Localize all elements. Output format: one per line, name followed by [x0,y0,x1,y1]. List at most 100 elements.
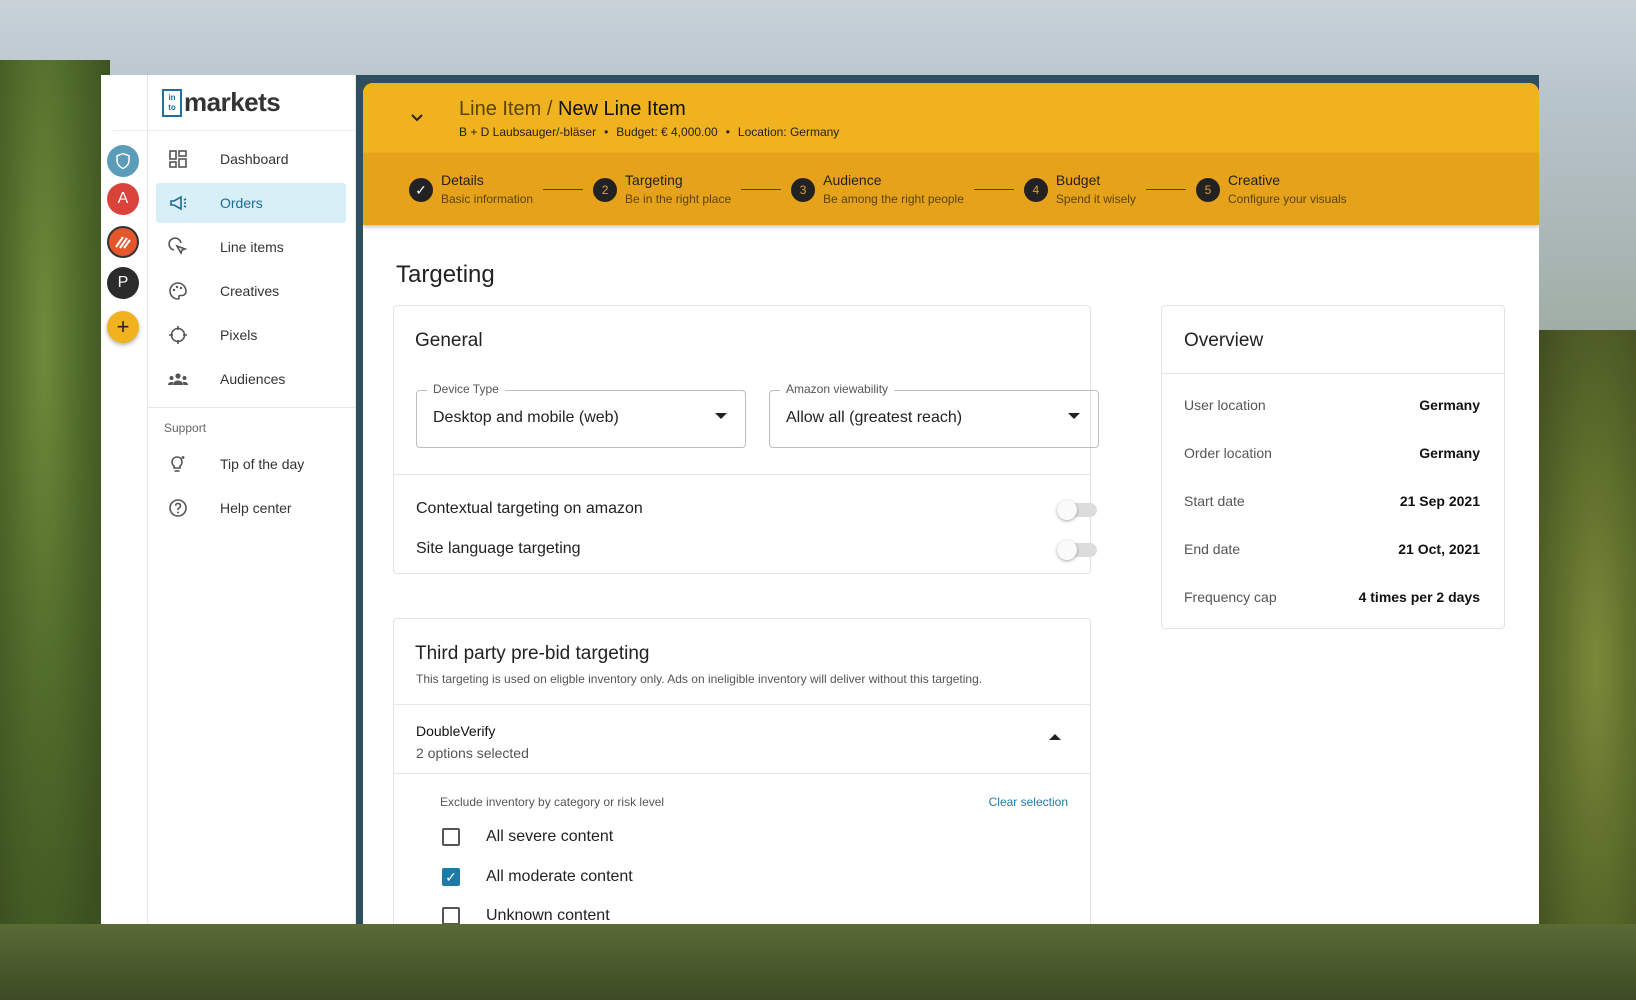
overview-row: Frequency cap 4 times per 2 days [1184,589,1480,605]
step-subtitle: Be among the right people [823,192,964,206]
sidebar-item-dashboard[interactable]: Dashboard [156,139,346,179]
overview-value: Germany [1419,445,1480,461]
sidebar: in to markets Dashboard Orders Line item… [113,75,356,924]
logo: in to markets [113,75,356,131]
third-party-title: Third party pre-bid targeting [415,643,650,664]
step-number: 5 [1195,178,1220,202]
step-creative[interactable]: 5 Creative Configure your visuals [1195,172,1347,206]
doubleverify-expander[interactable]: DoubleVerify 2 options selected [394,705,1090,773]
step-number: 3 [791,178,816,202]
clear-selection-link[interactable]: Clear selection [989,795,1068,809]
overview-row: User location Germany [1184,397,1480,413]
avatar-p[interactable]: P [107,267,139,299]
sidebar-item-pixels[interactable]: Pixels [156,315,346,355]
logo-mark-line1: in [168,92,176,102]
dropdown-arrow-icon [715,413,727,419]
amazon-viewability-select[interactable]: Amazon viewability Allow all (greatest r… [769,382,1099,448]
line-item-panel: Line Item / New Line Item B + D Laubsaug… [363,83,1539,924]
third-party-card: Third party pre-bid targeting This targe… [393,618,1091,924]
avatar-brand-logo[interactable] [107,226,139,258]
step-targeting[interactable]: 2 Targeting Be in the right place [593,172,731,206]
line-item-header: Line Item / New Line Item B + D Laubsaug… [363,83,1539,153]
avatar-a[interactable]: A [107,183,139,215]
page-title: Targeting [396,261,495,288]
breadcrumb: Line Item / New Line Item [459,98,839,121]
toggle-knob [1057,540,1077,560]
background-foliage-left [0,60,110,1000]
sidebar-item-creatives[interactable]: Creatives [156,271,346,311]
overview-value: 21 Sep 2021 [1399,493,1480,509]
line-item-meta: B + D Laubsauger/-bläser • Budget: € 4,0… [459,125,839,139]
overview-key: Start date [1184,493,1245,509]
step-audience[interactable]: 3 Audience Be among the right people [791,172,964,206]
chevron-down-icon [411,114,423,122]
breadcrumb-current: New Line Item [557,97,686,120]
overview-value: 21 Oct, 2021 [1398,541,1480,557]
add-account-button[interactable]: + [107,311,139,343]
sidebar-item-label: Line items [220,239,284,255]
meta-location: Location: Germany [737,124,840,139]
step-title: Audience [823,172,882,188]
checkbox-unknown[interactable] [442,907,460,924]
device-type-label: Device Type [427,382,505,396]
general-divider [394,474,1090,475]
logo-text: markets [184,87,281,117]
title-block: Line Item / New Line Item B + D Laubsaug… [459,98,839,139]
crosshair-icon [166,323,190,347]
checkbox-all-moderate[interactable]: ✓ [442,868,460,886]
contextual-targeting-toggle[interactable] [1057,500,1097,520]
collapse-button[interactable] [387,88,447,148]
sidebar-item-help-center[interactable]: Help center [156,488,346,528]
stepper: ✓ Details Basic information 2 Targeting Be… [363,153,1539,225]
device-type-select[interactable]: Device Type Desktop and mobile (web) [416,382,746,448]
people-icon [166,367,190,391]
viewability-value: Allow all (greatest reach) [786,409,963,426]
step-connector [1145,188,1186,190]
account-switch-icon[interactable] [107,145,139,177]
third-party-subtitle: This targeting is used on eligble invent… [416,672,983,686]
overview-key: Frequency cap [1184,589,1277,605]
overview-key: End date [1184,541,1241,557]
breadcrumb-parent[interactable]: Line Item / [459,98,552,120]
viewability-label: Amazon viewability [780,382,895,396]
logo-mark: in to [162,88,182,117]
step-subtitle: Basic information [441,192,534,206]
sidebar-item-tip-of-the-day[interactable]: Tip of the day [156,444,346,484]
overview-divider [1162,373,1504,374]
sidebar-item-label: Orders [220,195,263,211]
background-foliage-bottom [0,924,1636,1000]
step-title: Details [441,172,484,188]
sidebar-item-label: Pixels [220,327,258,343]
overview-value: 4 times per 2 days [1358,589,1480,605]
overview-card: Overview User location Germany Order loca… [1161,305,1505,629]
step-budget[interactable]: 4 Budget Spend it wisely [1023,172,1136,206]
step-subtitle: Configure your visuals [1227,192,1347,206]
sidebar-item-orders[interactable]: Orders [156,183,346,223]
dashboard-icon [166,147,190,171]
sidebar-item-label: Dashboard [220,151,289,167]
palette-icon [166,279,190,303]
overview-title: Overview [1184,330,1264,351]
step-details[interactable]: ✓ Details Basic information [409,172,533,206]
overview-key: User location [1184,397,1266,413]
help-icon [166,496,190,520]
main-area: Line Item / New Line Item B + D Laubsaug… [356,75,1539,924]
account-rail: A P + [101,75,148,924]
sidebar-item-line-items[interactable]: Line items [156,227,346,267]
selected-count: 2 options selected [416,745,529,761]
meta-bullet: • [604,124,609,139]
provider-divider [394,773,1090,774]
general-card: General Device Type Desktop and mobile (… [393,305,1099,574]
checkbox-label: Unknown content [486,907,610,924]
checkbox-all-severe[interactable] [442,828,460,846]
step-subtitle: Spend it wisely [1055,192,1136,206]
sidebar-item-audiences[interactable]: Audiences [156,359,346,399]
step-connector [741,188,782,190]
overview-key: Order location [1184,445,1272,461]
check-icon: ✓ [409,178,433,202]
overview-row: Order location Germany [1184,445,1480,461]
support-heading: Support [164,421,207,435]
meta-budget: Budget: € 4,000.00 [616,124,718,139]
site-language-toggle[interactable] [1057,540,1097,560]
step-title: Targeting [625,172,683,188]
